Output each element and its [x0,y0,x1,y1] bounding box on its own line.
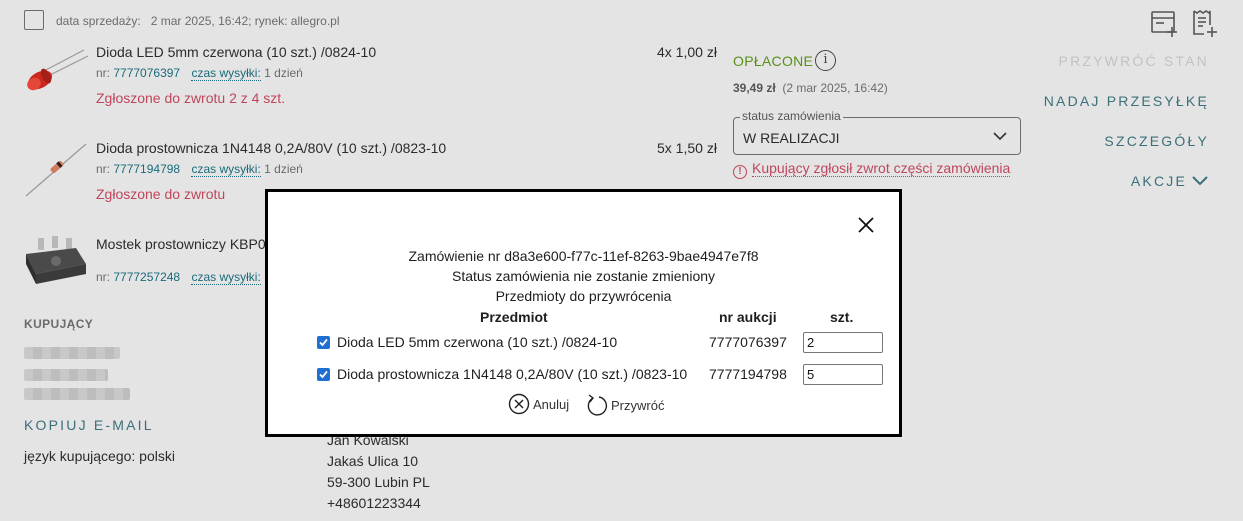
buyer-login-redacted [24,369,108,381]
cancel-button[interactable]: Anuluj [508,393,569,415]
item-2-return-status: Zgłoszone do zwrotu [96,186,226,202]
column-header-auction: nr aukcji [719,309,777,325]
row-2-checkbox[interactable] [317,368,330,381]
order-select-checkbox[interactable] [24,10,44,30]
item-2-qty-price: 5x 1,50 zł [657,140,717,156]
row-1-item-name: Dioda LED 5mm czerwona (10 szt.) /0824-1… [337,334,618,350]
item-3-title[interactable]: Mostek prostowniczy KBP0 [96,236,266,252]
restore-arrow-icon [587,394,608,416]
address-street: Jakaś Ulica 10 [327,453,419,469]
copy-email-button[interactable]: KOPIUJ E-MAIL [24,417,154,433]
restore-items-dialog: Zamówienie nr d8a3e600-f77c-11ef-8263-9b… [265,189,902,437]
dialog-items-heading: Przedmioty do przywrócenia [495,288,672,304]
return-warning[interactable]: ! Kupujący zgłosił zwrot części zamówieni… [733,160,1011,179]
item-1-nr-label: nr: [96,66,111,80]
item-1-ship-value: 1 dzień [264,66,303,80]
receipt-add-icon[interactable] [1190,8,1220,38]
item-3-ship-label[interactable]: czas wysyłki: [191,270,261,285]
column-header-item: Przedmiot [480,309,548,325]
item-1-thumbnail[interactable] [22,46,90,102]
item-3-nr-label: nr: [96,270,111,284]
item-3-meta: nr: 7777257248 czas wysyłki: [96,270,261,285]
item-1-ship-label[interactable]: czas wysyłki: [191,66,261,81]
address-city: 59-300 Lubin PL [327,474,430,490]
item-3-nr-value[interactable]: 7777257248 [113,270,180,284]
item-1-qty-price: 4x 1,00 zł [657,44,717,60]
warning-icon: ! [733,165,747,179]
row-1-auction-nr: 7777076397 [709,334,787,350]
item-2-ship-value: 1 dzień [264,162,303,176]
restore-stock-button[interactable]: PRZYWRÓĆ STAN [1059,53,1209,69]
item-2-meta: nr: 7777194798 czas wysyłki: 1 dzień [96,162,303,177]
create-shipment-button[interactable]: NADAJ PRZESYŁKĘ [1044,93,1209,109]
dialog-status-note: Status zamówienia nie zostanie zmieniony [451,268,716,284]
buyer-language: język kupującego: polski [24,448,175,464]
buyer-email-redacted [24,388,130,400]
item-3-thumbnail[interactable] [22,234,90,290]
invoice-add-icon[interactable] [1150,8,1180,38]
close-icon[interactable] [857,216,875,234]
payment-status: OPŁACONE [733,53,814,69]
cancel-label: Anuluj [533,396,570,412]
sale-meta: data sprzedaży: 2 mar 2025, 16:42; rynek:… [56,14,340,28]
item-2-thumbnail[interactable] [22,142,90,198]
order-status-legend: status zamówienia [740,109,843,123]
payment-amount: 39,49 zł [733,81,776,95]
dialog-order-number: Zamówienie nr d8a3e600-f77c-11ef-8263-9b… [408,248,759,264]
item-1-meta: nr: 7777076397 czas wysyłki: 1 dzień [96,66,303,81]
actions-menu-button[interactable]: AKCJE [1131,173,1209,191]
chevron-down-icon[interactable] [992,128,1008,144]
item-1-nr-value[interactable]: 7777076397 [113,66,180,80]
restore-label: Przywróć [611,397,665,413]
sale-date-value: 2 mar 2025, 16:42; rynek: allegro.pl [150,14,340,28]
row-2-auction-nr: 7777194798 [709,366,787,382]
payment-date: (2 mar 2025, 16:42) [782,81,888,95]
item-1-title[interactable]: Dioda LED 5mm czerwona (10 szt.) /0824-1… [96,44,376,60]
cancel-circle-icon [508,393,530,415]
row-1-checkbox[interactable] [317,336,330,349]
actions-menu-label: AKCJE [1130,173,1187,189]
row-2-item-name: Dioda prostownicza 1N4148 0,2A/80V (10 s… [337,366,688,382]
buyer-name-redacted [24,347,120,359]
column-header-qty: szt. [830,309,854,325]
row-1-qty-input[interactable] [803,332,883,353]
address-phone: +48601223344 [327,495,421,511]
payment-amount-line: 39,49 zł (2 mar 2025, 16:42) [733,81,888,95]
row-2-qty-input[interactable] [803,364,883,385]
chevron-down-icon [1191,174,1209,191]
item-2-title[interactable]: Dioda prostownicza 1N4148 0,2A/80V (10 s… [96,140,446,156]
item-2-nr-value[interactable]: 7777194798 [113,162,180,176]
return-warning-text: Kupujący zgłosił zwrot części zamówienia [752,160,1011,177]
order-status-value[interactable]: W REALIZACJI [743,130,839,146]
details-button[interactable]: SZCZEGÓŁY [1104,133,1209,149]
buyer-heading: KUPUJĄCY [24,317,94,331]
info-icon[interactable]: i [815,50,836,71]
item-1-return-status: Zgłoszone do zwrotu 2 z 4 szt. [96,90,286,106]
item-2-nr-label: nr: [96,162,111,176]
item-2-ship-label[interactable]: czas wysyłki: [191,162,261,177]
sale-date-label: data sprzedaży: [56,14,141,28]
restore-button[interactable]: Przywróć [586,393,664,417]
